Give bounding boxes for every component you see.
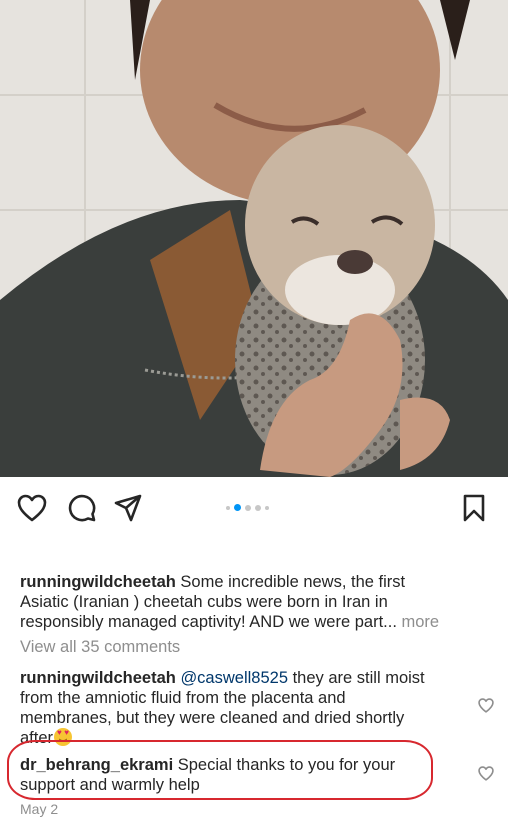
comment-username[interactable]: dr_behrang_ekrami <box>20 756 173 774</box>
caption-username[interactable]: runningwildcheetah <box>20 573 176 591</box>
comment: dr_behrang_ekrami Special thanks to you … <box>20 755 440 795</box>
heart-outline-icon[interactable] <box>16 492 48 524</box>
post-caption: runningwildcheetah Some incredible news,… <box>20 572 490 632</box>
carousel-indicator <box>226 504 269 511</box>
carousel-dot <box>265 505 269 510</box>
caption-text: Asiatic (Iranian ) cheetah cubs were bor… <box>20 593 388 611</box>
comment-like-heart-icon[interactable] <box>478 698 494 714</box>
comment-text: Special thanks to you for your <box>173 756 396 774</box>
carousel-dot <box>255 504 261 511</box>
carousel-dot-active <box>234 504 241 511</box>
comment-text: support and warmly help <box>20 776 200 794</box>
post-photo-illustration <box>0 0 508 477</box>
comment: runningwildcheetah @caswell8525 they are… <box>20 668 470 748</box>
paper-plane-icon[interactable] <box>112 492 144 524</box>
more-link[interactable]: more <box>397 613 440 631</box>
carousel-dot <box>226 505 230 510</box>
bookmark-outline-icon[interactable] <box>458 492 490 524</box>
post-action-bar <box>0 477 508 537</box>
caption-text: responsibly managed captivity! AND we we… <box>20 613 397 631</box>
comment-like-heart-icon[interactable] <box>478 766 494 782</box>
comment-text: they are still moist <box>288 669 425 687</box>
caption-text: Some incredible news, the first <box>175 573 406 591</box>
post-image[interactable] <box>0 0 508 477</box>
comment-text: membranes, but they were cleaned and dri… <box>20 709 405 727</box>
comment-mention[interactable]: @caswell8525 <box>180 669 288 687</box>
comment-bubble-icon[interactable] <box>66 492 98 524</box>
view-all-comments-link[interactable]: View all 35 comments <box>20 638 180 657</box>
post-date: May 2 <box>20 801 59 817</box>
comment-username[interactable]: runningwildcheetah <box>20 669 176 687</box>
comment-text: from the amniotic fluid from the placent… <box>20 689 346 707</box>
carousel-dot <box>245 504 251 511</box>
